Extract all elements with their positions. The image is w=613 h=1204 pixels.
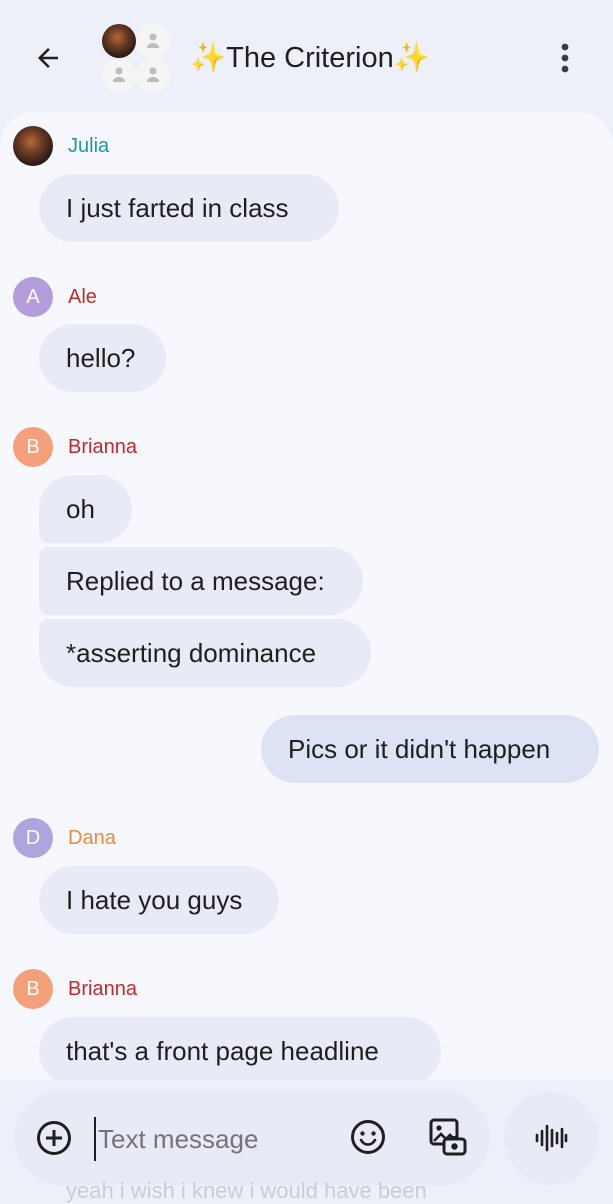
voice-waveform-icon <box>535 1124 568 1152</box>
person-icon <box>136 24 170 58</box>
compose-bar <box>14 1091 490 1185</box>
app-header: ✨The Criterion✨ <box>0 0 613 120</box>
sender-name: Dana <box>68 827 116 849</box>
gallery-icon <box>429 1118 467 1156</box>
message-bubble[interactable]: I hate you guys <box>39 866 279 934</box>
more-vert-icon <box>561 43 569 73</box>
message-bubble[interactable]: Replied to a message: <box>39 547 363 615</box>
avatar[interactable]: A <box>13 277 53 317</box>
emoji-button[interactable] <box>350 1119 386 1155</box>
group-avatar[interactable] <box>100 22 172 94</box>
sender-name: Julia <box>68 135 110 157</box>
sender-name: Ale <box>68 286 97 308</box>
message-input[interactable] <box>94 1117 330 1161</box>
person-icon <box>136 58 170 92</box>
sender-name: Brianna <box>68 978 137 1000</box>
message-bubble[interactable]: hello? <box>39 324 166 392</box>
avatar[interactable] <box>13 126 53 166</box>
emoji-icon <box>351 1120 385 1154</box>
conversation-title[interactable]: ✨The Criterion✨ <box>190 36 430 80</box>
avatar[interactable]: B <box>13 427 53 467</box>
scrolled-message-preview: yeah i wish i knew i would have been <box>66 1178 427 1203</box>
outgoing-message-bubble[interactable]: Pics or it didn't happen <box>261 715 599 783</box>
back-button[interactable] <box>24 38 72 78</box>
voice-message-button[interactable] <box>504 1091 598 1185</box>
avatar[interactable]: D <box>13 818 53 858</box>
add-attachment-button[interactable] <box>36 1120 72 1156</box>
gallery-button[interactable] <box>428 1117 468 1157</box>
add-circle-icon <box>37 1121 71 1155</box>
person-icon <box>102 58 136 92</box>
member-photo-avatar <box>102 24 136 58</box>
arrow-left-icon <box>38 48 58 68</box>
message-list[interactable]: Julia I just farted in class A Ale hello… <box>0 112 613 1080</box>
sender-name: Brianna <box>68 436 137 458</box>
message-bubble[interactable]: I just farted in class <box>39 174 339 242</box>
message-bubble[interactable]: oh <box>39 475 132 543</box>
message-bubble[interactable]: that's a front page headline <box>39 1017 441 1080</box>
more-options-button[interactable] <box>545 36 585 80</box>
avatar[interactable]: B <box>13 969 53 1009</box>
message-bubble[interactable]: *asserting dominance <box>39 619 371 687</box>
